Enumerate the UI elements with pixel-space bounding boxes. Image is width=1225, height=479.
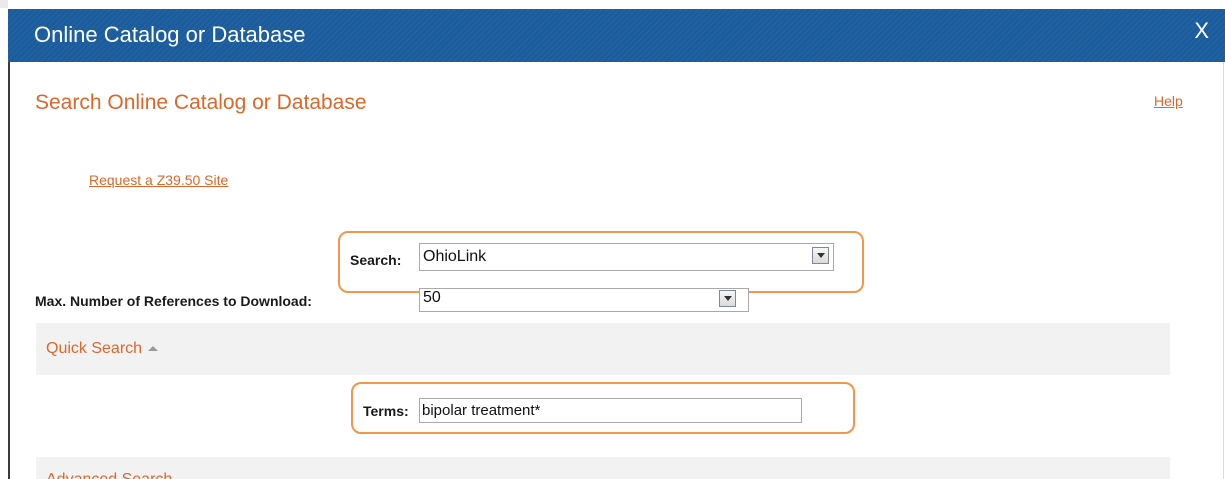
max-references-selected-value: 50 <box>423 289 441 306</box>
left-border <box>8 62 10 479</box>
dialog-titlebar: Online Catalog or Database X <box>8 9 1225 62</box>
close-button[interactable]: X <box>1194 18 1209 44</box>
search-database-select[interactable]: OhioLink <box>419 243 834 271</box>
search-label: Search: <box>350 252 402 268</box>
chevron-down-icon[interactable] <box>812 247 829 264</box>
request-z3950-site-link[interactable]: Request a Z39.50 Site <box>89 172 228 188</box>
chevron-down-icon[interactable] <box>719 290 736 307</box>
terms-label: Terms: <box>363 403 409 419</box>
advanced-search-title[interactable]: Advanced Search <box>46 471 172 479</box>
advanced-search-panel: Advanced Search <box>36 457 1170 479</box>
help-link[interactable]: Help <box>1154 93 1183 109</box>
terms-input[interactable] <box>419 398 802 423</box>
search-selected-value: OhioLink <box>423 248 487 265</box>
quick-search-title: Quick Search <box>46 340 143 357</box>
quick-search-toggle[interactable]: Quick Search <box>46 340 159 358</box>
dialog-title: Online Catalog or Database <box>34 22 306 47</box>
max-references-label: Max. Number of References to Download: <box>35 293 312 309</box>
right-border <box>1223 62 1224 479</box>
quick-search-panel: Quick Search <box>36 323 1170 375</box>
catalog-dialog: Online Catalog or Database X Search Onli… <box>8 0 1225 479</box>
collapse-caret-icon <box>148 346 159 351</box>
max-references-select[interactable]: 50 <box>419 288 749 312</box>
page-heading: Search Online Catalog or Database <box>35 91 367 114</box>
